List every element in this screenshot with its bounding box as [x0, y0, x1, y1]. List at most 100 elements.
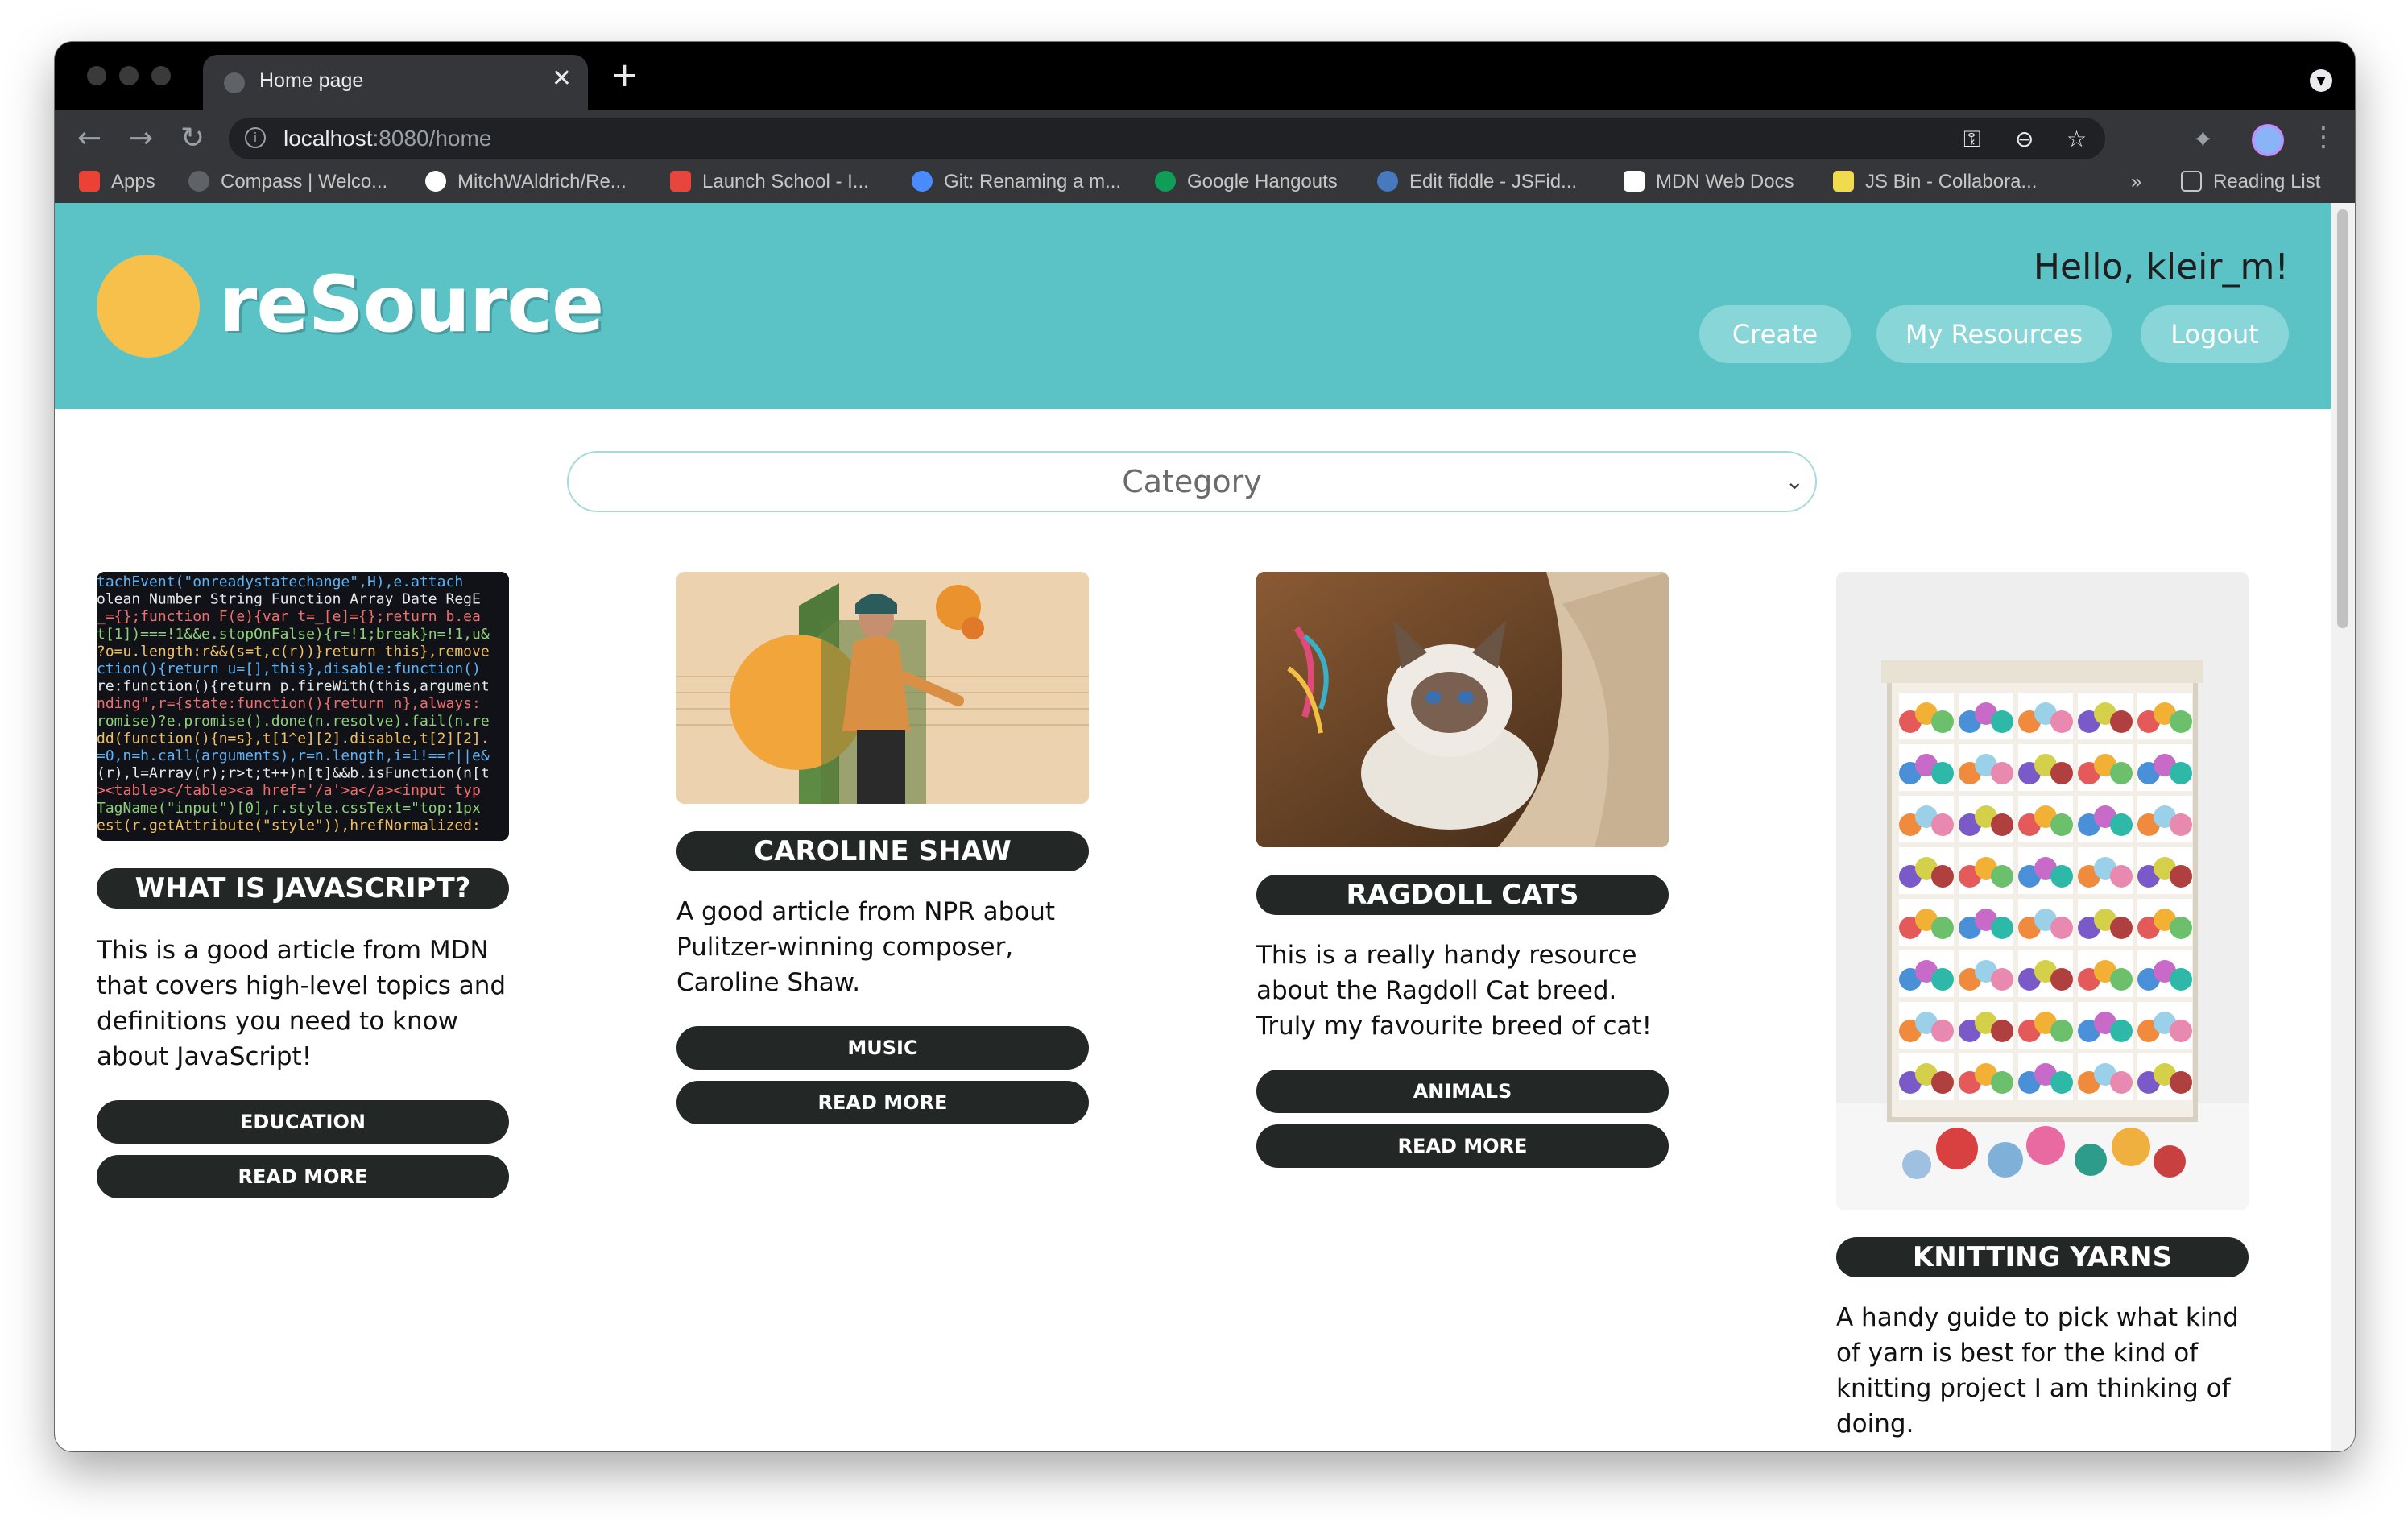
caroline-shaw-illustration: [676, 572, 1089, 804]
address-bar[interactable]: i localhost:8080/home ⚿ ⊖ ☆: [229, 118, 2105, 159]
category-select[interactable]: Category ⌄: [567, 451, 1817, 512]
read-more-button[interactable]: READ MORE: [97, 1155, 509, 1198]
compass-icon: [188, 171, 209, 192]
card-title[interactable]: WHAT IS JAVASCRIPT?: [97, 868, 509, 909]
globe-icon: [224, 72, 245, 93]
read-more-button[interactable]: READ MORE: [676, 1081, 1089, 1124]
site-logo[interactable]: reSource: [219, 259, 604, 350]
code-line: nding",r={state:function(){return n},alw…: [97, 695, 481, 712]
yarn-ball: [2110, 917, 2133, 939]
bookmark-apps[interactable]: Apps: [79, 171, 155, 193]
read-more-button[interactable]: READ MORE: [1256, 1124, 1669, 1168]
browser-tab-home[interactable]: Home page ✕: [203, 55, 588, 110]
yarn-ball: [1931, 865, 1954, 888]
logout-button[interactable]: Logout: [2141, 305, 2289, 363]
yarn-ball: [1991, 1020, 2013, 1042]
card-description: A good article from NPR about Pulitzer-w…: [676, 897, 1056, 997]
yarn-ball: [1931, 762, 1954, 784]
category-tag-button[interactable]: MUSIC: [676, 1026, 1089, 1070]
scrollbar-thumb[interactable]: [2337, 209, 2348, 628]
mdn-icon: [1624, 171, 1645, 192]
window-zoom-dot[interactable]: [151, 66, 171, 85]
category-tag-button[interactable]: ANIMALS: [1256, 1070, 1669, 1113]
bookmark-label: Apps: [111, 171, 155, 192]
back-arrow-icon[interactable]: ←: [77, 124, 101, 153]
bookmark-jsbin[interactable]: JS Bin - Collabora...: [1833, 171, 2037, 193]
bookmark-git-rename[interactable]: Git: Renaming a m...: [912, 171, 1121, 193]
url-text[interactable]: localhost:8080/home: [283, 126, 491, 151]
yarn-ball: [1931, 917, 1954, 939]
my-resources-button[interactable]: My Resources: [1876, 305, 2112, 363]
code-line: (r),l=Array(r);r>t;t++)n[t]&&b.isFunctio…: [97, 765, 490, 782]
yarn-ball: [2110, 813, 2133, 836]
bookmark-github[interactable]: MitchWAldrich/Re...: [425, 171, 627, 193]
code-line: tachEvent("onreadystatechange",H),e.atta…: [97, 573, 463, 590]
tab-strip: Home page ✕ + ▼: [55, 42, 2355, 110]
new-tab-plus-icon[interactable]: +: [610, 58, 639, 92]
reading-list-icon: [2181, 171, 2202, 192]
bookmark-jsfiddle[interactable]: Edit fiddle - JSFid...: [1377, 171, 1577, 193]
profile-avatar[interactable]: [2252, 124, 2284, 156]
yarn-ball: [2110, 762, 2133, 784]
site-info-icon[interactable]: i: [245, 127, 266, 148]
card-image-ragdoll-cat[interactable]: [1256, 572, 1669, 847]
yarn-ball: [1931, 1020, 1954, 1042]
card-image-code[interactable]: tachEvent("onreadystatechange",H),e.atta…: [97, 572, 509, 841]
browser-toolbar: ← → ↻ i localhost:8080/home ⚿ ⊖ ☆ ✦ ⋮ Ap…: [55, 110, 2355, 203]
window-minimize-dot[interactable]: [119, 66, 139, 85]
zoom-icon[interactable]: ⊖: [2015, 126, 2034, 152]
yarn-ball: [2050, 1071, 2073, 1094]
bookmark-hangouts[interactable]: Google Hangouts: [1155, 171, 1338, 193]
card-description: A handy guide to pick what kind of yarn …: [1836, 1303, 2239, 1438]
reload-icon[interactable]: ↻: [180, 124, 205, 153]
close-icon[interactable]: ✕: [552, 64, 572, 93]
yarn-ball: [1931, 968, 1954, 991]
extensions-puzzle-icon[interactable]: ✦: [2192, 124, 2214, 155]
bookmark-compass[interactable]: Compass | Welco...: [188, 171, 387, 193]
card-image-caroline-shaw[interactable]: [676, 572, 1089, 804]
card-title[interactable]: KNITTING YARNS: [1836, 1237, 2249, 1277]
code-line: est(r.getAttribute("style")),hrefNormali…: [97, 817, 481, 834]
code-line: romise)?e.promise().done(n.resolve).fail…: [97, 713, 490, 730]
bookmark-label: MitchWAldrich/Re...: [457, 171, 627, 192]
code-line: ction(){return u=[],this},disable:functi…: [97, 660, 481, 677]
user-greeting: Hello, kleir_m!: [2033, 246, 2289, 288]
more-menu-icon[interactable]: ⋮: [2310, 121, 2337, 153]
yarn-ball: [2110, 1071, 2133, 1094]
bookmark-label: Git: Renaming a m...: [944, 171, 1122, 192]
apps-grid-icon: [79, 171, 100, 192]
yarn-ball: [1991, 1071, 2013, 1094]
yarn-ball: [2050, 813, 2073, 836]
yarn-ball: [2050, 762, 2073, 784]
bookmark-launch-school[interactable]: Launch School - I...: [670, 171, 869, 193]
card-description: This is a really handy resource about th…: [1256, 941, 1653, 1041]
code-line: t[1])===!1&&e.stopOnFalse){r=!1;break}n=…: [97, 626, 490, 643]
yarn-ball: [1991, 710, 2013, 733]
forward-arrow-icon[interactable]: →: [129, 124, 153, 153]
create-button[interactable]: Create: [1699, 305, 1851, 363]
category-tag-button[interactable]: EDUCATION: [97, 1100, 509, 1144]
reading-list-label: Reading List: [2213, 171, 2321, 192]
tab-search-chevron-icon[interactable]: ▼: [2310, 69, 2332, 92]
yarn-ball: [1931, 1071, 1954, 1094]
window-close-dot[interactable]: [87, 66, 106, 85]
bookmark-label: Launch School - I...: [702, 171, 869, 192]
cloud-icon: [1377, 171, 1398, 192]
bookmarks-bar: Apps Compass | Welco... MitchWAldrich/Re…: [55, 168, 2355, 200]
code-line: olean Number String Function Array Date …: [97, 591, 481, 608]
card-title[interactable]: CAROLINE SHAW: [676, 831, 1089, 871]
yarn-ball: [2170, 1020, 2192, 1042]
bookmark-label: Edit fiddle - JSFid...: [1409, 171, 1578, 192]
bookmarks-overflow-button[interactable]: »: [2131, 171, 2141, 193]
card-title[interactable]: RAGDOLL CATS: [1256, 875, 1669, 915]
jsbin-icon: [1833, 171, 1854, 192]
key-icon[interactable]: ⚿: [1963, 126, 1980, 153]
yarn-ball: [2110, 1020, 2133, 1042]
card-image-knitting-yarns[interactable]: [1836, 572, 2249, 1210]
ragdoll-cat-photo: [1256, 572, 1669, 847]
bookmark-mdn[interactable]: MDN Web Docs: [1624, 171, 1794, 193]
star-icon[interactable]: ☆: [2067, 126, 2087, 152]
bookmark-label: Google Hangouts: [1187, 171, 1338, 192]
reading-list-button[interactable]: Reading List: [2181, 171, 2320, 193]
page-scrollbar[interactable]: [2331, 203, 2355, 1451]
